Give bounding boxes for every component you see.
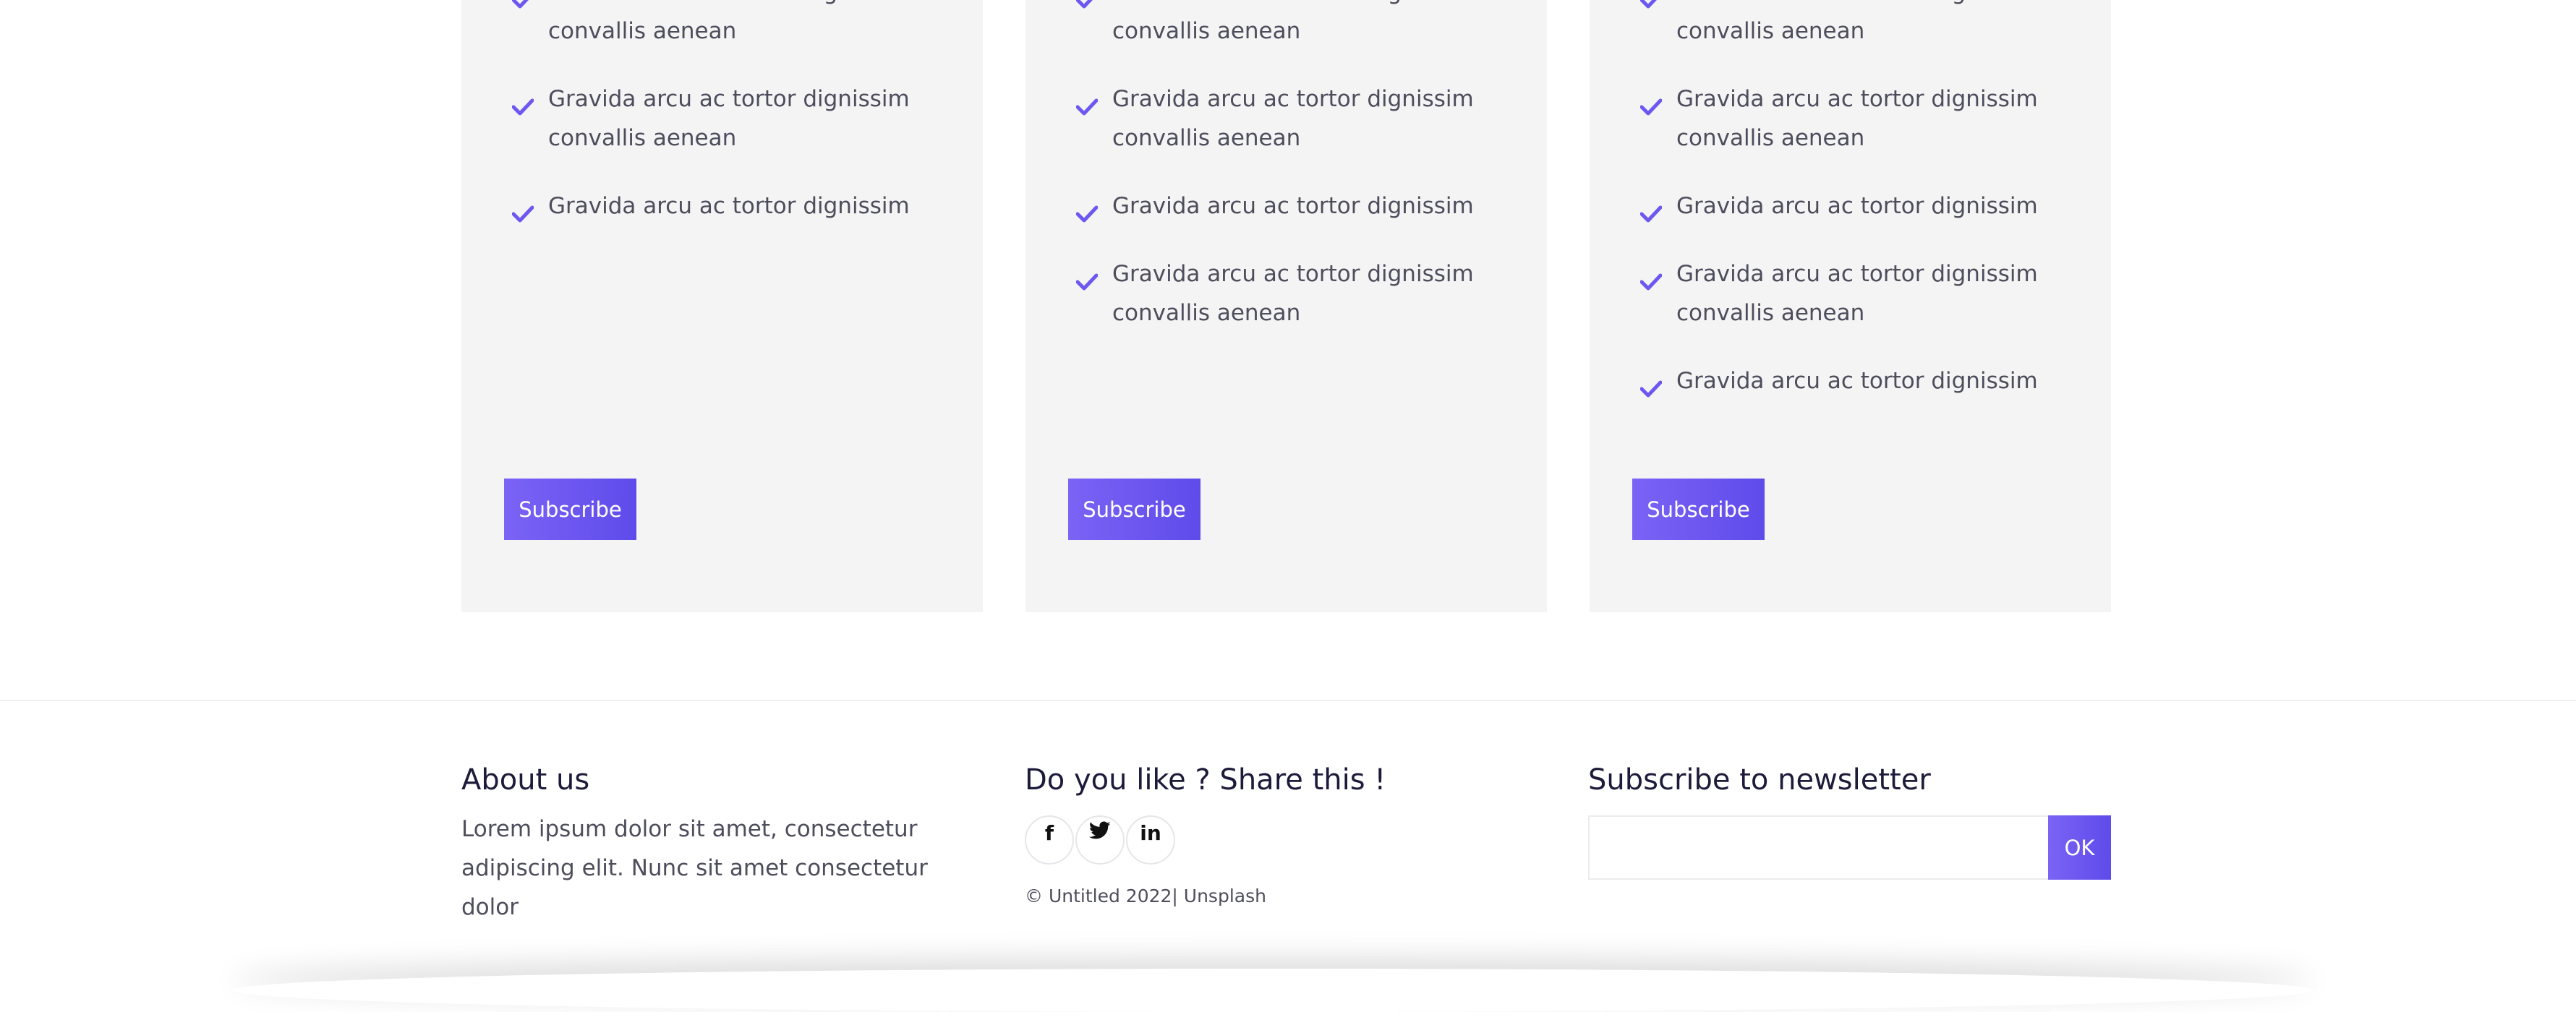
feature-text: Gravida arcu ac tortor dignissim	[1112, 193, 1474, 219]
pricing-card: Gravida arcu ac tortor dignissim convall…	[1590, 0, 2111, 612]
check-icon	[1639, 372, 1663, 398]
feature-list: Gravida arcu ac tortor dignissim convall…	[1639, 0, 2074, 429]
feature-item: Gravida arcu ac tortor dignissim	[1075, 186, 1510, 226]
feature-text: Gravida arcu ac tortor dignissim	[1676, 193, 2038, 219]
footer-about: About us Lorem ipsum dolor sit amet, con…	[461, 759, 982, 927]
feature-text: Gravida arcu ac tortor dignissim convall…	[1676, 0, 2038, 44]
facebook-icon[interactable]: f	[1025, 815, 1074, 865]
footer-share: Do you like ? Share this ! f in © Untitl…	[1025, 759, 1545, 909]
linkedin-glyph: in	[1140, 821, 1161, 845]
feature-text: Gravida arcu ac tortor dignissim convall…	[548, 0, 910, 44]
copyright-text: © Untitled 2022| Unsplash	[1025, 886, 1266, 906]
pricing-cards: Gravida arcu ac tortor dignissim convall…	[461, 0, 2111, 612]
feature-item: Gravida arcu ac tortor dignissim convall…	[1639, 254, 2074, 333]
feature-item: Gravida arcu ac tortor dignissim	[511, 186, 946, 226]
newsletter-email-input[interactable]	[1588, 815, 2048, 880]
feature-item: Gravida arcu ac tortor dignissim convall…	[1639, 80, 2074, 158]
feature-item: Gravida arcu ac tortor dignissim convall…	[511, 0, 946, 51]
check-icon	[511, 90, 534, 116]
check-icon	[1075, 0, 1098, 9]
feature-text: Gravida arcu ac tortor dignissim	[1676, 368, 2038, 394]
check-icon	[1639, 90, 1663, 116]
social-links: f in	[1025, 815, 1545, 865]
check-icon	[1075, 197, 1099, 223]
feature-item: Gravida arcu ac tortor dignissim convall…	[1075, 254, 1510, 333]
subscribe-button[interactable]: Subscribe	[1068, 479, 1200, 540]
bottom-panel-shadow	[231, 969, 2314, 1012]
feature-item: Gravida arcu ac tortor dignissim convall…	[1075, 80, 1510, 158]
pricing-card: Gravida arcu ac tortor dignissim convall…	[1025, 0, 1547, 612]
about-text: Lorem ipsum dolor sit amet, consectetur …	[461, 816, 928, 920]
check-icon	[1639, 0, 1662, 9]
feature-text: Gravida arcu ac tortor dignissim	[548, 193, 910, 219]
feature-list: Gravida arcu ac tortor dignissim convall…	[1075, 0, 1510, 361]
subscribe-button[interactable]: Subscribe	[504, 479, 636, 540]
check-icon	[1639, 265, 1663, 291]
check-icon	[511, 0, 534, 9]
feature-item: Gravida arcu ac tortor dignissim	[1639, 361, 2074, 400]
linkedin-icon[interactable]: in	[1126, 815, 1175, 865]
feature-list: Gravida arcu ac tortor dignissim convall…	[511, 0, 946, 254]
twitter-icon[interactable]	[1075, 815, 1125, 865]
feature-text: Gravida arcu ac tortor dignissim convall…	[1676, 261, 2038, 326]
feature-text: Gravida arcu ac tortor dignissim convall…	[1112, 86, 1474, 151]
check-icon	[1075, 90, 1099, 116]
check-icon	[511, 197, 534, 223]
about-title: About us	[461, 763, 590, 797]
feature-item: Gravida arcu ac tortor dignissim convall…	[1075, 0, 1510, 51]
newsletter-form: OK	[1588, 815, 2111, 880]
feature-item: Gravida arcu ac tortor dignissim	[1639, 186, 2074, 226]
subscribe-button[interactable]: Subscribe	[1632, 479, 1765, 540]
newsletter-title: Subscribe to newsletter	[1588, 763, 1931, 797]
newsletter-submit-button[interactable]: OK	[2048, 815, 2111, 880]
share-title: Do you like ? Share this !	[1025, 763, 1386, 797]
facebook-glyph: f	[1044, 821, 1054, 845]
feature-text: Gravida arcu ac tortor dignissim convall…	[1112, 261, 1474, 326]
feature-text: Gravida arcu ac tortor dignissim convall…	[1112, 0, 1474, 44]
feature-text: Gravida arcu ac tortor dignissim convall…	[548, 86, 910, 151]
feature-item: Gravida arcu ac tortor dignissim convall…	[511, 80, 946, 158]
footer-divider	[0, 700, 2576, 701]
pricing-card: Gravida arcu ac tortor dignissim convall…	[461, 0, 983, 612]
feature-text: Gravida arcu ac tortor dignissim convall…	[1676, 86, 2038, 151]
check-icon	[1639, 197, 1663, 223]
twitter-bird-icon	[1089, 821, 1111, 839]
footer-newsletter: Subscribe to newsletter OK	[1588, 759, 2111, 880]
check-icon	[1075, 265, 1099, 291]
feature-item: Gravida arcu ac tortor dignissim convall…	[1639, 0, 2074, 51]
